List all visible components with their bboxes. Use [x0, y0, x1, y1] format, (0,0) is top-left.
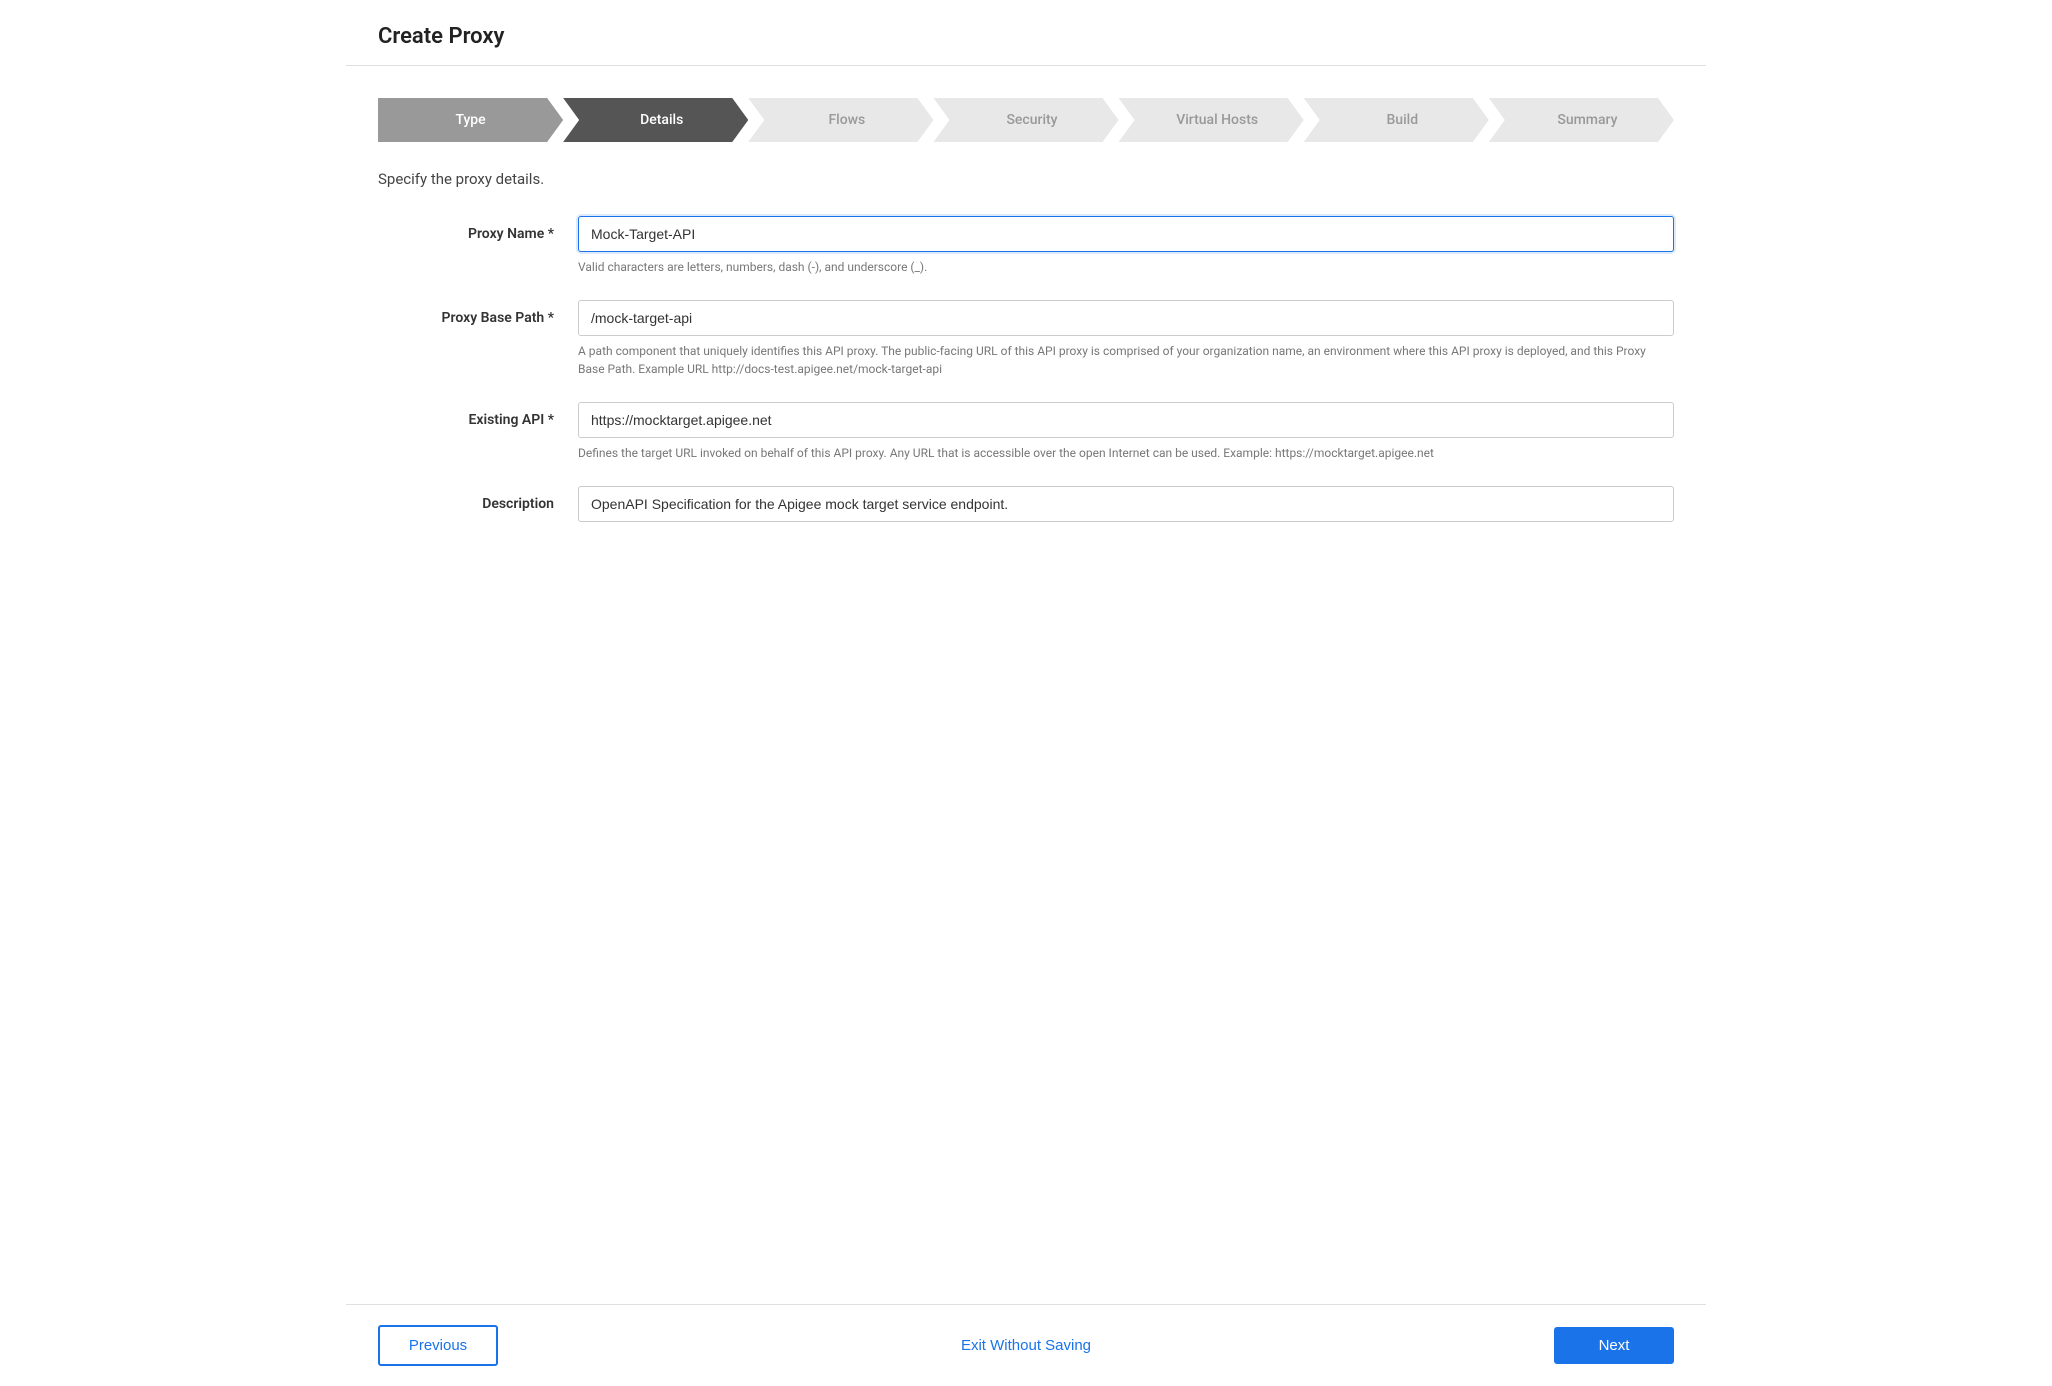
exit-without-saving-button[interactable]: Exit Without Saving: [961, 1337, 1091, 1354]
step-security-label: Security: [933, 98, 1118, 142]
previous-button[interactable]: Previous: [378, 1325, 498, 1366]
page-wrapper: Create Proxy Type Details Flows Security…: [346, 0, 1706, 1386]
proxy-name-label: Proxy Name *: [378, 216, 578, 242]
step-summary[interactable]: Summary: [1489, 98, 1674, 142]
section-description: Specify the proxy details.: [378, 170, 1674, 188]
step-details-label: Details: [563, 98, 748, 142]
footer: Previous Exit Without Saving Next: [346, 1304, 1706, 1386]
description-input[interactable]: [578, 486, 1674, 522]
proxy-name-row: Proxy Name * Valid characters are letter…: [378, 216, 1674, 276]
proxy-name-field-wrapper: Valid characters are letters, numbers, d…: [578, 216, 1674, 276]
existing-api-row: Existing API * Defines the target URL in…: [378, 402, 1674, 462]
proxy-base-path-label: Proxy Base Path *: [378, 300, 578, 326]
description-field-wrapper: [578, 486, 1674, 522]
proxy-base-path-input[interactable]: [578, 300, 1674, 336]
page-header: Create Proxy: [346, 0, 1706, 66]
step-build-label: Build: [1304, 98, 1489, 142]
proxy-base-path-field-wrapper: A path component that uniquely identifie…: [578, 300, 1674, 378]
step-flows[interactable]: Flows: [748, 98, 933, 142]
next-button[interactable]: Next: [1554, 1327, 1674, 1364]
proxy-base-path-hint: A path component that uniquely identifie…: [578, 342, 1674, 378]
step-flows-label: Flows: [748, 98, 933, 142]
existing-api-field-wrapper: Defines the target URL invoked on behalf…: [578, 402, 1674, 462]
main-content: Type Details Flows Security Virtual Host…: [346, 66, 1706, 1304]
step-virtual-hosts-label: Virtual Hosts: [1119, 98, 1304, 142]
step-virtual-hosts[interactable]: Virtual Hosts: [1119, 98, 1304, 142]
description-label: Description: [378, 486, 578, 512]
description-row: Description: [378, 486, 1674, 522]
step-details[interactable]: Details: [563, 98, 748, 142]
step-type[interactable]: Type: [378, 98, 563, 142]
step-type-label: Type: [378, 98, 563, 142]
proxy-name-input[interactable]: [578, 216, 1674, 252]
proxy-base-path-row: Proxy Base Path * A path component that …: [378, 300, 1674, 378]
existing-api-label: Existing API *: [378, 402, 578, 428]
existing-api-hint: Defines the target URL invoked on behalf…: [578, 444, 1674, 462]
form-section: Specify the proxy details. Proxy Name * …: [378, 170, 1674, 570]
page-title: Create Proxy: [378, 24, 1674, 49]
proxy-name-hint: Valid characters are letters, numbers, d…: [578, 258, 1674, 276]
step-summary-label: Summary: [1489, 98, 1674, 142]
step-build[interactable]: Build: [1304, 98, 1489, 142]
step-security[interactable]: Security: [933, 98, 1118, 142]
existing-api-input[interactable]: [578, 402, 1674, 438]
stepper: Type Details Flows Security Virtual Host…: [378, 98, 1674, 142]
